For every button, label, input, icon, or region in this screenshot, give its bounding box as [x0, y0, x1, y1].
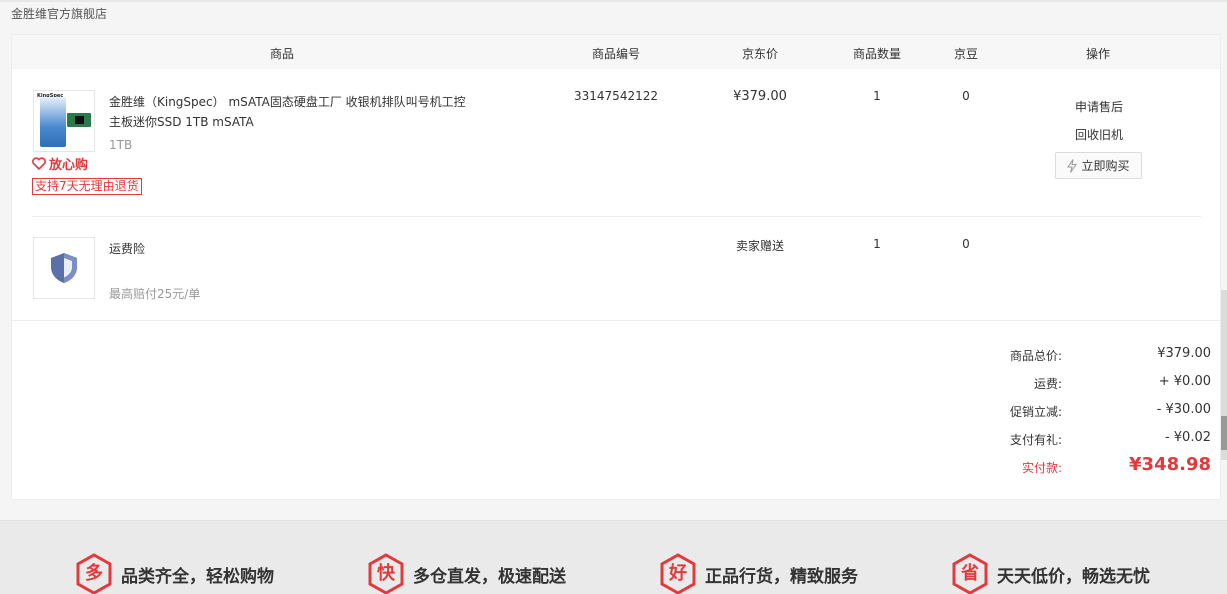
product-title[interactable]: 金胜维（KingSpec） mSATA固态硬盘工厂 收银机排队叫号机工控主板迷你…	[109, 92, 469, 132]
payment-gift-value: - ¥0.02	[1164, 430, 1211, 445]
promise-fast: 快 多仓直发，极速配送	[367, 553, 566, 594]
promise-low-price: 省 天天低价，畅选无忧	[951, 553, 1150, 594]
hexagon-badge-icon: 多	[75, 553, 113, 594]
freight-insurance-jingdou: 0	[962, 237, 970, 251]
promotion-value: - ¥30.00	[1156, 402, 1211, 417]
top-divider	[0, 0, 1227, 2]
promise-genuine-char: 好	[669, 563, 687, 584]
shop-name[interactable]: 金胜维官方旗舰店	[11, 5, 107, 22]
amount-paid-value: ¥348.98	[1129, 454, 1211, 475]
promise-low-price-char: 省	[961, 563, 979, 584]
product-jingdou: 0	[962, 89, 970, 103]
buy-again-label: 立即购买	[1081, 159, 1130, 173]
total-price-label: 商品总价:	[1009, 349, 1062, 363]
header-product-no: 商品编号	[591, 47, 641, 61]
header-jingdou: 京豆	[953, 47, 979, 61]
recycle-old-device-link[interactable]: 回收旧机	[1075, 126, 1123, 143]
row-divider	[32, 216, 1201, 217]
scrollbar[interactable]	[1221, 290, 1227, 460]
return-policy-tag: 支持7天无理由退货	[32, 178, 142, 195]
freight-insurance-quantity: 1	[873, 237, 881, 251]
shield-icon	[51, 253, 77, 283]
promise-low-price-text: 天天低价，畅选无忧	[997, 566, 1150, 587]
header-jd-price: 京东价	[741, 47, 779, 61]
freight-insurance-price: 卖家赠送	[735, 239, 785, 253]
lightning-icon	[1067, 158, 1078, 173]
hexagon-badge-icon: 好	[659, 553, 697, 594]
header-product: 商品	[269, 47, 295, 61]
header-operation: 操作	[1085, 47, 1111, 61]
heart-shield-icon	[32, 157, 46, 170]
assurance-badge-label: 放心购	[49, 158, 89, 173]
amount-paid-label: 实付款:	[1021, 461, 1062, 475]
product-image[interactable]: KingSpec	[33, 90, 95, 152]
total-price-value: ¥379.00	[1157, 346, 1211, 361]
promise-variety-char: 多	[85, 563, 103, 584]
buy-again-button[interactable]: 立即购买	[1055, 152, 1142, 179]
promise-fast-text: 多仓直发，极速配送	[413, 566, 566, 587]
shipping-value: + ¥0.00	[1158, 374, 1211, 389]
promise-fast-char: 快	[377, 563, 395, 584]
shipping-label: 运费:	[1033, 377, 1062, 391]
hexagon-badge-icon: 快	[367, 553, 405, 594]
promise-genuine: 好 正品行货，精致服务	[659, 553, 858, 594]
table-header: 商品 商品编号 京东价 商品数量 京豆 操作	[12, 35, 1220, 69]
header-quantity: 商品数量	[852, 47, 902, 61]
freight-insurance-subtitle: 最高赔付25元/单	[109, 287, 201, 301]
promise-variety-text: 品类齐全，轻松购物	[121, 566, 274, 587]
summary-divider	[12, 320, 1220, 321]
promise-genuine-text: 正品行货，精致服务	[705, 566, 858, 587]
promise-variety: 多 品类齐全，轻松购物	[75, 553, 274, 594]
scrollbar-thumb[interactable]	[1221, 416, 1227, 450]
freight-insurance-title: 运费险	[109, 242, 146, 256]
service-promises-bar: 多 品类齐全，轻松购物 快 多仓直发，极速配送 好 正品行货，精致服务 省 天天…	[0, 520, 1227, 594]
product-spec: 1TB	[109, 138, 133, 152]
hexagon-badge-icon: 省	[951, 553, 989, 594]
apply-after-sale-link[interactable]: 申请售后	[1075, 98, 1123, 115]
product-price: ¥379.00	[733, 89, 787, 104]
payment-gift-label: 支付有礼:	[1009, 433, 1062, 447]
assurance-badge: 放心购	[32, 154, 88, 173]
product-number: 33147542122	[574, 89, 658, 103]
order-items-card: 商品 商品编号 京东价 商品数量 京豆 操作 KingSpec 金胜维（King…	[11, 34, 1221, 500]
product-quantity: 1	[873, 89, 881, 103]
freight-insurance-image	[33, 237, 95, 299]
promotion-label: 促销立减:	[1009, 405, 1062, 419]
